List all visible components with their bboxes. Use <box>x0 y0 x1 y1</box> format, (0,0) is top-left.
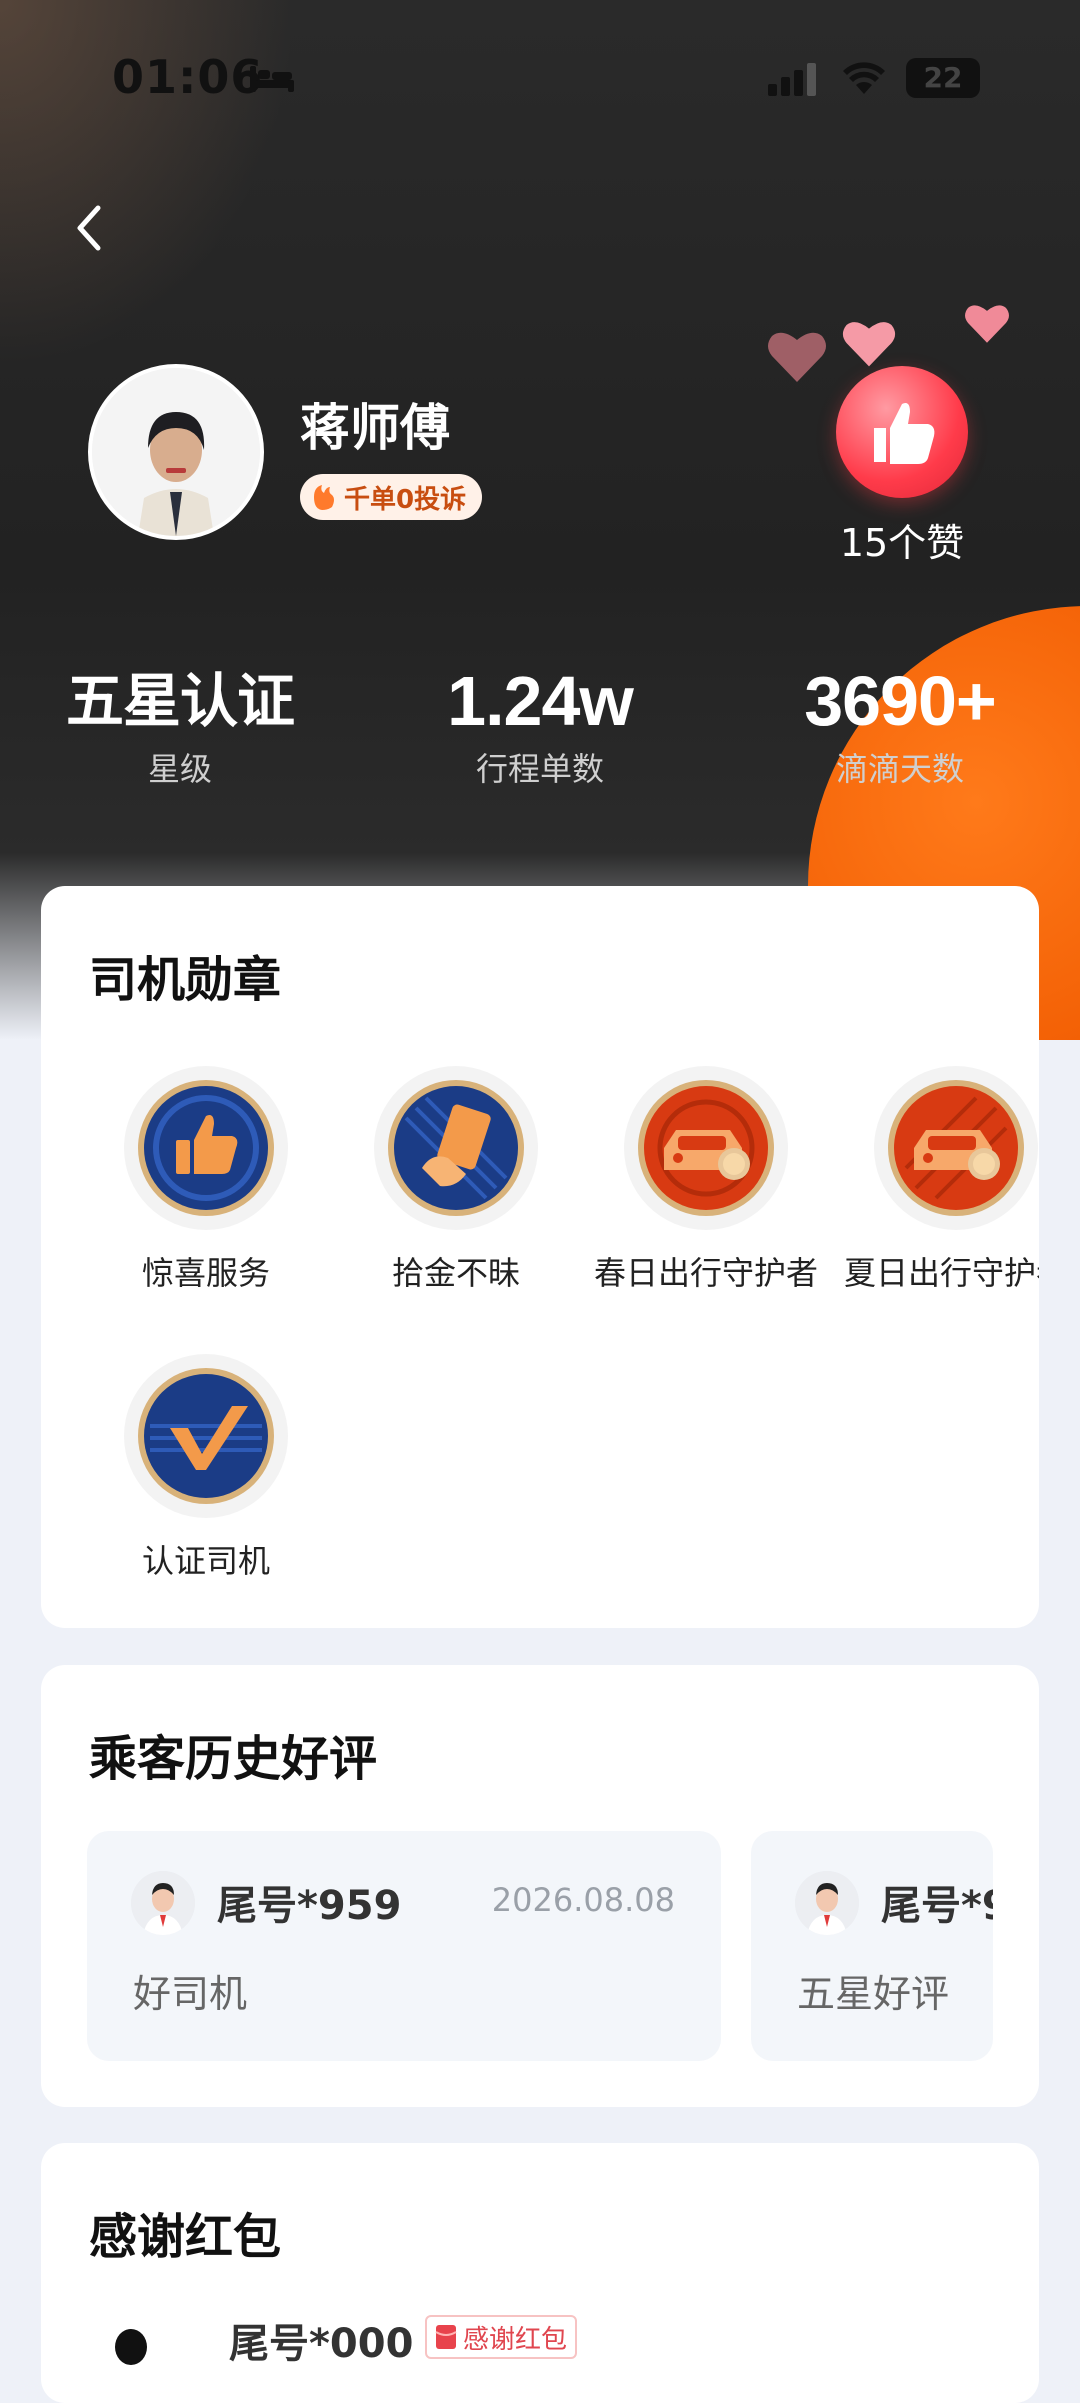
like-button[interactable] <box>836 366 968 498</box>
profile-header: 01:06 22 蒋师傅 千单0投诉 15个赞 五星认证 星级 1.24w 行程… <box>0 0 1080 1040</box>
review-date: 2026.08.08 <box>491 1881 675 1919</box>
badge-label: 拾金不昧 <box>391 1254 520 1292</box>
envelope-title: 感谢红包 <box>89 2209 282 2265</box>
stat-days: 3690+ 滴滴天数 <box>750 660 1050 790</box>
envelope-tag: 感谢红包 <box>425 2315 578 2359</box>
badges-card: 司机勋章 惊喜服务 拾金不昧 春日出行守护者 夏日出行守护 认证司机 <box>41 886 1039 1628</box>
heart-icon <box>842 322 896 367</box>
passenger-avatar-icon <box>89 2313 173 2397</box>
stat-value: 3690+ <box>804 662 997 740</box>
thumbs-up-icon <box>874 403 935 464</box>
driver-avatar <box>88 364 264 540</box>
passenger-tail-number: 尾号*959 <box>217 1883 402 1929</box>
flame-hand-icon <box>314 485 334 510</box>
card-return-medal-icon <box>374 1066 538 1230</box>
badges-title: 司机勋章 <box>89 952 282 1008</box>
spring-car-medal-icon <box>624 1066 788 1230</box>
review-card[interactable]: 尾号*9 五星好评 <box>751 1831 993 2061</box>
stat-value: 五星认证 <box>65 667 295 735</box>
badge-label: 认证司机 <box>141 1542 270 1580</box>
heart-icon <box>768 332 826 382</box>
likes-count: 15个赞 <box>839 521 965 565</box>
badge-item[interactable]: 春日出行守护者 <box>581 1066 831 1294</box>
passenger-tail-number: 尾号*000 <box>229 2321 414 2367</box>
passenger-avatar-icon <box>131 1871 195 1935</box>
thumbs-up-medal-icon <box>124 1066 288 1230</box>
thanks-envelope-card: 感谢红包 尾号*000 感谢红包 <box>41 2143 1039 2403</box>
back-arrow-icon[interactable] <box>64 196 118 260</box>
stat-label: 滴滴天数 <box>835 750 964 788</box>
driver-name: 蒋师傅 <box>300 399 450 457</box>
sleep-focus-icon <box>250 66 294 92</box>
review-card[interactable]: 尾号*959 2026.08.08 好司机 <box>87 1831 721 2061</box>
stat-value: 1.24w <box>447 662 634 740</box>
stat-trips: 1.24w 行程单数 <box>390 660 690 790</box>
red-envelope-icon <box>435 2325 457 2349</box>
review-text: 好司机 <box>133 1972 248 2016</box>
complaint-free-label: 千单0投诉 <box>344 484 467 515</box>
complaint-free-badge: 千单0投诉 <box>300 474 483 520</box>
passenger-avatar-icon <box>795 1871 859 1935</box>
review-text: 五星好评 <box>797 1972 950 2016</box>
reviews-title: 乘客历史好评 <box>89 1731 378 1787</box>
cellular-signal-icon <box>768 63 816 96</box>
battery-indicator: 22 <box>906 58 980 98</box>
reviews-card: 乘客历史好评 尾号*959 2026.08.08 好司机 尾号*9 <box>41 1665 1039 2107</box>
wifi-icon <box>843 62 885 94</box>
heart-icon <box>965 305 1009 343</box>
badge-label: 夏日出行守护者 <box>843 1254 1039 1292</box>
check-medal-icon <box>124 1354 288 1518</box>
stat-rating: 五星认证 星级 <box>30 660 330 790</box>
badge-item[interactable]: 拾金不昧 <box>331 1066 581 1294</box>
badge-label: 春日出行守护者 <box>593 1254 818 1292</box>
summer-car-medal-icon <box>874 1066 1038 1230</box>
envelope-tag-label: 感谢红包 <box>463 2324 568 2355</box>
badge-item[interactable]: 认证司机 <box>81 1354 331 1582</box>
status-time: 01:06 <box>112 50 264 104</box>
badge-item[interactable]: 惊喜服务 <box>81 1066 331 1294</box>
badge-label: 惊喜服务 <box>141 1254 270 1292</box>
badge-item[interactable]: 夏日出行守护者 <box>831 1066 1039 1294</box>
stat-label: 星级 <box>147 750 212 788</box>
passenger-tail-number: 尾号*9 <box>881 1883 993 1929</box>
stat-label: 行程单数 <box>475 750 604 788</box>
